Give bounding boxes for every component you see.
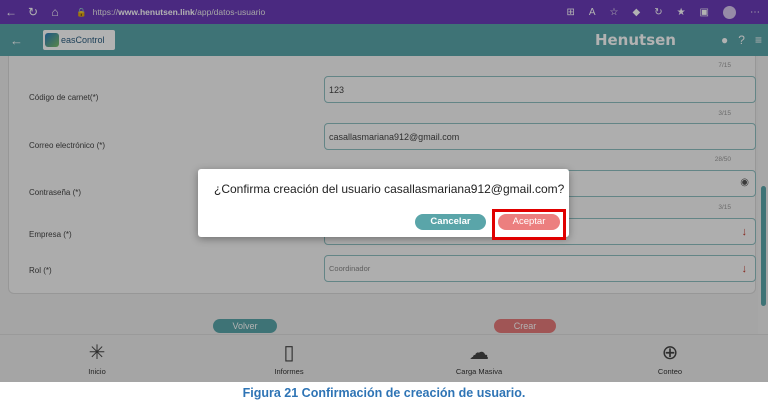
highlight-box bbox=[492, 209, 566, 240]
figure-caption: Figura 21 Confirmación de creación de us… bbox=[242, 386, 526, 400]
dialog-message: ¿Confirma creación del usuario casallasm… bbox=[214, 182, 565, 196]
screenshot-root: ← ↻ ⌂ 🔒 https://www.henutsen.link/app/da… bbox=[0, 0, 768, 407]
cancel-button[interactable]: Cancelar bbox=[415, 214, 486, 230]
